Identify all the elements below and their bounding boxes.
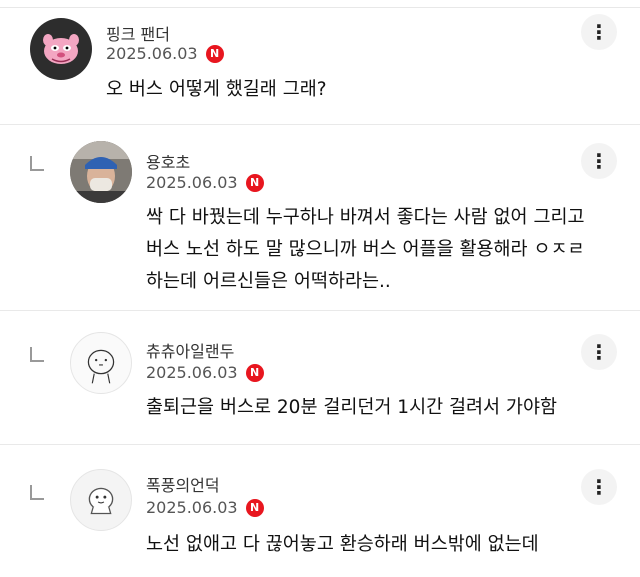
reply-arrow-icon [30,156,44,171]
new-badge-icon: N [205,44,224,63]
new-badge-icon: N [245,173,264,192]
more-options-button[interactable]: ⋮ [581,334,617,370]
comment-line: 싹 다 바꿨는데 누구하나 바껴서 좋다는 사람 없어 그리고 [146,207,585,228]
user-photo-icon [70,141,132,203]
comment-date: 2025.06.03 [146,173,238,192]
reply-arrow-icon [30,347,44,362]
comment-line: 출퇴근을 버스로 20분 걸리던거 1시간 걸려서 가야함 [146,397,557,418]
more-vertical-icon: ⋮ [589,20,609,44]
comment-line: 오 버스 어떻게 했길래 그래? [106,79,327,100]
avatar[interactable] [70,332,132,394]
comment-item: 핑크 팬더 2025.06.03 N 오 버스 어떻게 했길래 그래? ⋮ [0,8,640,125]
pink-panther-icon [43,34,79,64]
comment-text: 오 버스 어떻게 했길래 그래? [106,74,327,106]
comment-text: 싹 다 바꿨는데 누구하나 바껴서 좋다는 사람 없어 그리고 버스 노선 하도… [146,202,585,298]
comment-meta: 2025.06.03 N [146,173,264,192]
comment-item: 용호초 2025.06.03 N 싹 다 바꿨는데 누구하나 바껴서 좋다는 사… [0,125,640,311]
comment-text: 출퇴근을 버스로 20분 걸리던거 1시간 걸려서 가야함 [146,392,557,424]
comment-text: 노선 없애고 다 끊어놓고 환승하래 버스밖에 없는데 [146,529,539,561]
author-name[interactable]: 핑크 팬더 [106,21,170,45]
more-vertical-icon: ⋮ [589,475,609,499]
comment-item: 폭풍의언덕 2025.06.03 N 노선 없애고 다 끊어놓고 환승하래 버스… [0,445,640,577]
avatar[interactable] [70,469,132,531]
new-badge-icon: N [245,363,264,382]
avatar[interactable] [30,18,92,80]
reply-arrow-icon [30,485,44,500]
more-vertical-icon: ⋮ [589,340,609,364]
comment-line: 하는데 어르신들은 어떡하라는.. [146,271,391,292]
comment-line: 버스 노선 하도 말 많으니까 버스 어플을 활용해라 ㅇㅈㄹ [146,239,585,260]
comment-meta: 2025.06.03 N [146,363,264,382]
comment-meta: 2025.06.03 N [146,498,264,517]
doodle-character-icon [87,349,115,384]
comment-date: 2025.06.03 [146,498,238,517]
more-options-button[interactable]: ⋮ [581,143,617,179]
comment-line: 노선 없애고 다 끊어놓고 환승하래 버스밖에 없는데 [146,534,539,555]
author-name[interactable]: 용호초 [146,149,190,173]
author-name[interactable]: 츄츄아일랜두 [146,338,234,362]
avatar[interactable] [70,141,132,203]
comment-date: 2025.06.03 [146,363,238,382]
comment-date: 2025.06.03 [106,44,198,63]
author-name[interactable]: 폭풍의언덕 [146,472,220,496]
more-options-button[interactable]: ⋮ [581,14,617,50]
more-options-button[interactable]: ⋮ [581,469,617,505]
comment-meta: 2025.06.03 N [106,44,224,63]
new-badge-icon: N [245,498,264,517]
comment-item: 츄츄아일랜두 2025.06.03 N 출퇴근을 버스로 20분 걸리던거 1시… [0,311,640,445]
top-divider [0,0,640,8]
character-face-icon [88,487,114,515]
more-vertical-icon: ⋮ [589,149,609,173]
